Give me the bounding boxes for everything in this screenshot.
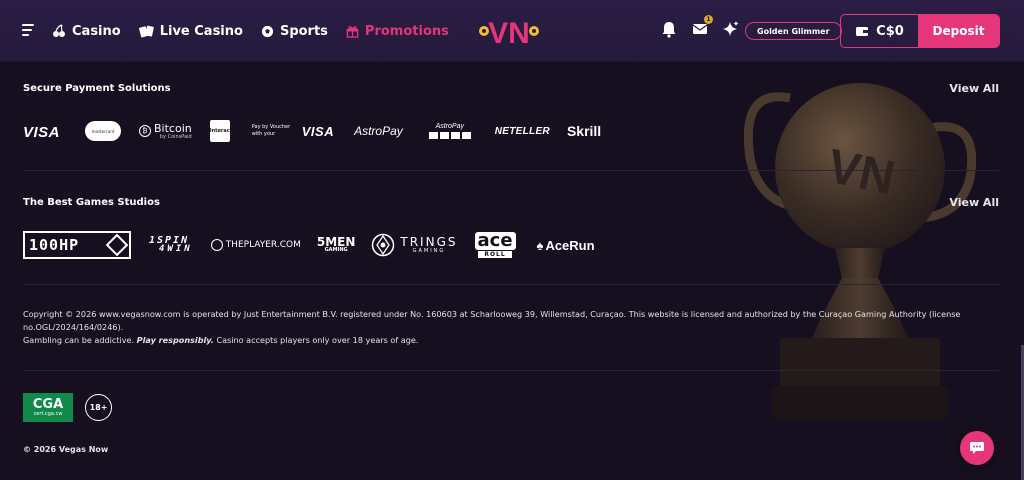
balance-amount: C$0 [876,23,904,39]
studios-view-all[interactable]: View All [949,196,999,209]
nav-casino[interactable]: Casino [52,24,121,39]
nav-sports[interactable]: Sports [261,24,328,39]
trophy-image: VN [743,83,977,420]
visa-logo-text: VISA [23,123,61,141]
legal-line-1: Copyright © 2026 www.vegasnow.com is ope… [23,309,961,332]
legal-line-2: Gambling can be addictive. Play responsi… [23,334,983,347]
interac-logo: Interac [209,120,230,142]
mail-button[interactable]: 1 [691,15,713,38]
100hp-logo: 100HP [23,231,131,259]
studio-logos: 100HP 1SPIN 4WIN THEPLAYER.COM 5MEN GAMI… [23,230,595,260]
neteller-logo: NETELLER [494,125,550,137]
gift-icon [346,25,359,38]
nav-promotions-label: Promotions [364,23,449,39]
voucher-visa-logo: Pay by Voucher with your VISA [252,124,334,139]
wallet-box: C$0 Deposit [840,14,1000,48]
legal-age: Casino accepts players only over 18 year… [216,335,419,345]
5men-logo: 5MEN GAMING [317,236,356,254]
astropay-cards-label: AstroPay [435,123,464,130]
menu-icon[interactable] [22,24,36,36]
nav-live-casino[interactable]: Live Casino [138,23,243,39]
balance-button[interactable]: C$0 [841,15,918,47]
skrill-logo: Skrill [566,123,602,139]
astropay-logo: AstroPay [354,124,403,138]
4win-text: 4WIN [159,244,193,255]
acerun-text: AceRun [545,237,595,253]
acerun-logo: ♠ AceRun [537,238,595,253]
roll-text: ROLL [478,251,512,258]
aceroll-logo: ace ROLL [474,232,516,258]
cards-icon [138,25,154,38]
nav-casino-label: Casino [72,23,121,39]
bitcoin-icon: ₿ [139,125,151,137]
nav-live-casino-label: Live Casino [159,23,243,39]
cga-text: CGA [32,397,64,412]
visa-logo: VISA [23,122,68,141]
studios-title: The Best Games Studios [23,197,160,208]
divider [23,170,999,171]
legal-text: Copyright © 2026 www.vegasnow.com is ope… [23,308,983,347]
cherries-icon [53,24,65,37]
divider [23,370,999,371]
payments-title: Secure Payment Solutions [23,83,171,94]
divider [23,284,999,285]
logo-text: VN [488,17,530,50]
nav-sports-label: Sports [279,23,328,39]
voucher-visa-text: VISA [301,123,335,139]
bitcoin-sub: by CoinsPaid [159,133,192,140]
ace-text: ace [474,232,516,250]
main-nav: Casino Live Casino Sports Promotions [52,0,449,62]
astropay-cards-logo: AstroPay [428,123,471,139]
payments-view-all[interactable]: View All [949,82,999,95]
mastercard-logo: mastercard [85,121,121,141]
sparkle-icon[interactable] [722,20,740,38]
mail-count-badge: 1 [704,15,713,24]
wallet-icon [856,27,869,36]
bell-icon[interactable] [660,20,678,38]
age-18-badge: 18+ [85,394,112,421]
100hp-logo-text: 100HP [29,236,80,254]
legal-play-responsibly: Play responsibly. [136,335,214,345]
bitcoin-label: Bitcoin [154,121,192,135]
deposit-button[interactable]: Deposit [918,15,999,47]
vip-level-pill[interactable]: Golden Glimmer [745,22,842,40]
1spin4win-logo: 1SPIN 4WIN [149,236,193,254]
bitcoin-logo: ₿ Bitcoin by CoinsPaid [139,123,192,140]
legal-addictive: Gambling can be addictive. [23,335,135,345]
astropay-cards-icons [428,132,471,139]
nav-promotions[interactable]: Promotions [346,24,449,39]
top-header: Casino Live Casino Sports Promotions VN … [0,0,1024,62]
cga-badge[interactable]: CGA cert.cga.cw [23,393,73,422]
theplayer-icon [210,239,223,251]
chat-button[interactable] [960,431,994,465]
header-icons: 1 [660,15,740,38]
theplayer-text: THEPLAYER.COM [225,240,301,250]
trings-logo: TRINGS GAMING [371,233,457,257]
spade-icon: ♠ [536,237,544,253]
mastercard-logo-text: mastercard [85,121,121,141]
cga-sub: cert.cga.cw [33,411,63,417]
footer-copyright: © 2026 Vegas Now [23,445,109,454]
trings-text: TRINGS [400,234,458,249]
theplayer-logo: THEPLAYER.COM [210,239,301,251]
trings-icon [372,233,395,257]
voucher-text: Pay by Voucher with your [251,124,291,137]
soccer-ball-icon [261,25,274,37]
chat-icon [970,442,984,454]
trings-sub: GAMING [412,247,446,254]
5men-sub: GAMING [324,247,348,254]
vegas-now-logo[interactable]: VN [478,12,540,50]
payment-logos: VISA mastercard ₿ Bitcoin by CoinsPaid I… [23,118,601,144]
